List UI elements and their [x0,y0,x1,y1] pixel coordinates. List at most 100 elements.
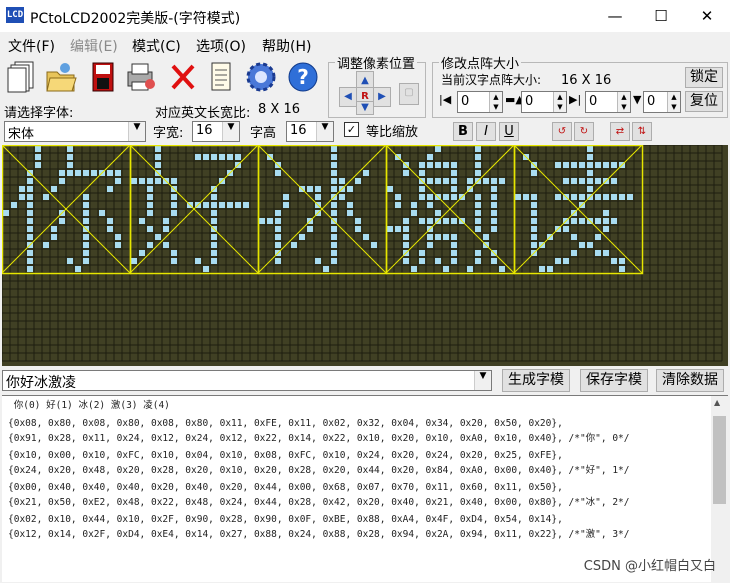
bottom-margin-icon: ▼ [633,93,642,106]
clear-data-button[interactable]: 清除数据 [656,369,724,392]
pixel-on [483,178,489,184]
pixel-on [227,154,233,160]
pixel-on [355,178,361,184]
pixel-on [211,194,217,200]
pixel-on [403,242,409,248]
center-button[interactable]: ▢ [399,83,419,105]
pixel-on [555,162,561,168]
delete-icon[interactable] [166,58,200,96]
shift-right-button[interactable]: ▶ [373,87,391,107]
pixel-on [115,242,121,248]
reset-button[interactable]: 复位 [685,91,723,112]
dot-matrix-svg[interactable] [1,144,728,366]
shift-down-button[interactable]: ▼ [356,101,374,115]
pixel-on [291,242,297,248]
top-margin-spinner[interactable]: 0 ▲ ▼ [521,91,567,113]
menu-mode[interactable]: 模式(C) [132,36,181,56]
menu-help[interactable]: 帮助(H) [262,36,311,56]
pixel-on [443,162,449,168]
pixel-on [315,258,321,264]
pixel-on [475,194,481,200]
pixel-on [435,146,441,152]
notepad-icon[interactable] [204,58,238,96]
text-input[interactable]: 你好冰激凌 ▼ [2,370,492,391]
pixel-on [43,242,49,248]
chevron-down-icon[interactable]: ▼ [222,122,239,141]
bottom-margin-spinner[interactable]: 0 ▲ ▼ [643,91,681,113]
minimize-button[interactable]: — [592,0,638,32]
pixel-on [83,250,89,256]
pixel-on [27,202,33,208]
flip-vertical-icon[interactable]: ⇅ [632,122,652,141]
pixel-on [539,266,545,272]
left-margin-spinner[interactable]: 0 ▲ ▼ [457,91,503,113]
pixel-on [531,202,537,208]
pixel-on [67,170,73,176]
pixel-on [571,194,577,200]
pixel-on [451,178,457,184]
maximize-button[interactable]: ☐ [638,0,684,32]
right-margin-spinner[interactable]: 0 ▲ ▼ [585,91,631,113]
pixel-on [331,162,337,168]
pixel-on [491,194,497,200]
underline-button[interactable]: U [499,122,519,141]
pixel-on [139,178,145,184]
print-icon[interactable] [124,58,158,96]
generate-button[interactable]: 生成字模 [502,369,570,392]
proportional-checkbox[interactable]: ✓ [344,122,359,137]
pixel-on [483,234,489,240]
pixel-on [147,194,153,200]
pixel-on [203,266,209,272]
new-file-icon[interactable] [4,58,38,96]
pixel-on [27,258,33,264]
font-select[interactable]: 宋体 ▼ [4,121,146,142]
pixel-on [411,202,417,208]
pixel-on [427,234,433,240]
pixel-on [587,242,593,248]
char-width-select[interactable]: 16 ▼ [192,121,240,142]
lock-button[interactable]: 锁定 [685,67,723,88]
pixel-on [427,218,433,224]
char-height-select[interactable]: 16 ▼ [286,121,334,142]
rotate-right-icon[interactable]: ↻ [574,122,594,141]
menu-edit[interactable]: 编辑(E) [70,36,118,56]
pixel-on [331,210,337,216]
chevron-down-icon[interactable]: ▼ [474,371,491,390]
flip-horizontal-icon[interactable]: ⇄ [610,122,630,141]
pixel-on [147,202,153,208]
save-font-button[interactable]: 保存字模 [580,369,648,392]
pixel-on [67,154,73,160]
pixel-on [451,242,457,248]
title-bar: LCD PCtoLCD2002完美版-(字符模式) — ☐ ✕ [0,0,730,32]
help-icon[interactable]: ? [286,58,320,96]
dot-matrix-canvas[interactable] [1,144,728,366]
close-button[interactable]: ✕ [684,0,730,32]
settings-gear-icon[interactable] [244,58,278,96]
pixel-on [435,210,441,216]
pixel-on [547,266,553,272]
pixel-on [171,210,177,216]
pixel-on [531,226,537,232]
scrollbar-thumb[interactable] [713,416,726,504]
save-disk-icon[interactable] [86,58,120,96]
open-folder-icon[interactable] [44,58,78,96]
menu-options[interactable]: 选项(O) [196,36,246,56]
chevron-down-icon[interactable]: ▼ [316,122,333,141]
shift-left-button[interactable]: ◀ [339,87,357,107]
pixel-on [155,162,161,168]
left-margin-icon: |◀ [439,93,452,106]
bold-button[interactable]: B [453,122,473,141]
pixel-on [147,242,153,248]
chevron-down-icon[interactable]: ▼ [128,122,145,141]
pixel-on [571,218,577,224]
pixel-on [315,186,321,192]
pixel-on [83,210,89,216]
pixel-on [451,186,457,192]
italic-button[interactable]: I [476,122,496,141]
pixel-on [355,218,361,224]
menu-file[interactable]: 文件(F) [8,36,55,56]
scroll-up-icon[interactable]: ▲ [714,398,720,407]
rotate-left-icon[interactable]: ↺ [552,122,572,141]
output-textarea[interactable]: 你(0) 好(1) 冰(2) 激(3) 凌(4) {0x08, 0x80, 0x… [2,395,728,582]
pixel-on [331,242,337,248]
